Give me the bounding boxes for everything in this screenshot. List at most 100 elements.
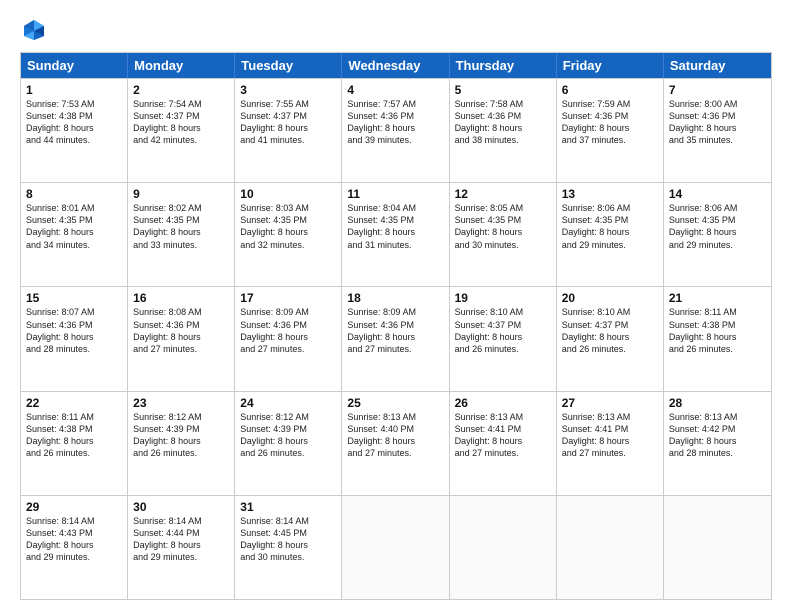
day-cell-25: 25Sunrise: 8:13 AMSunset: 4:40 PMDayligh… xyxy=(342,392,449,495)
day-cell-24: 24Sunrise: 8:12 AMSunset: 4:39 PMDayligh… xyxy=(235,392,342,495)
day-number: 3 xyxy=(240,83,336,97)
empty-cell xyxy=(450,496,557,599)
header-day-thursday: Thursday xyxy=(450,53,557,78)
day-info: Sunrise: 7:55 AMSunset: 4:37 PMDaylight:… xyxy=(240,98,336,147)
day-info: Sunrise: 8:10 AMSunset: 4:37 PMDaylight:… xyxy=(562,306,658,355)
day-number: 26 xyxy=(455,396,551,410)
day-number: 11 xyxy=(347,187,443,201)
header-day-sunday: Sunday xyxy=(21,53,128,78)
day-cell-14: 14Sunrise: 8:06 AMSunset: 4:35 PMDayligh… xyxy=(664,183,771,286)
day-cell-3: 3Sunrise: 7:55 AMSunset: 4:37 PMDaylight… xyxy=(235,79,342,182)
day-cell-19: 19Sunrise: 8:10 AMSunset: 4:37 PMDayligh… xyxy=(450,287,557,390)
day-info: Sunrise: 8:04 AMSunset: 4:35 PMDaylight:… xyxy=(347,202,443,251)
day-cell-11: 11Sunrise: 8:04 AMSunset: 4:35 PMDayligh… xyxy=(342,183,449,286)
day-cell-26: 26Sunrise: 8:13 AMSunset: 4:41 PMDayligh… xyxy=(450,392,557,495)
day-number: 29 xyxy=(26,500,122,514)
day-number: 22 xyxy=(26,396,122,410)
day-info: Sunrise: 7:54 AMSunset: 4:37 PMDaylight:… xyxy=(133,98,229,147)
day-number: 27 xyxy=(562,396,658,410)
day-info: Sunrise: 8:06 AMSunset: 4:35 PMDaylight:… xyxy=(669,202,766,251)
day-info: Sunrise: 8:02 AMSunset: 4:35 PMDaylight:… xyxy=(133,202,229,251)
day-number: 9 xyxy=(133,187,229,201)
header-day-monday: Monday xyxy=(128,53,235,78)
day-cell-20: 20Sunrise: 8:10 AMSunset: 4:37 PMDayligh… xyxy=(557,287,664,390)
calendar-row-3: 22Sunrise: 8:11 AMSunset: 4:38 PMDayligh… xyxy=(21,391,771,495)
day-number: 25 xyxy=(347,396,443,410)
day-number: 10 xyxy=(240,187,336,201)
day-info: Sunrise: 8:05 AMSunset: 4:35 PMDaylight:… xyxy=(455,202,551,251)
day-number: 23 xyxy=(133,396,229,410)
header-day-tuesday: Tuesday xyxy=(235,53,342,78)
day-number: 5 xyxy=(455,83,551,97)
day-number: 4 xyxy=(347,83,443,97)
day-cell-23: 23Sunrise: 8:12 AMSunset: 4:39 PMDayligh… xyxy=(128,392,235,495)
day-cell-8: 8Sunrise: 8:01 AMSunset: 4:35 PMDaylight… xyxy=(21,183,128,286)
header-day-friday: Friday xyxy=(557,53,664,78)
day-cell-10: 10Sunrise: 8:03 AMSunset: 4:35 PMDayligh… xyxy=(235,183,342,286)
empty-cell xyxy=(664,496,771,599)
header-day-wednesday: Wednesday xyxy=(342,53,449,78)
day-info: Sunrise: 8:03 AMSunset: 4:35 PMDaylight:… xyxy=(240,202,336,251)
day-cell-31: 31Sunrise: 8:14 AMSunset: 4:45 PMDayligh… xyxy=(235,496,342,599)
day-number: 21 xyxy=(669,291,766,305)
day-number: 17 xyxy=(240,291,336,305)
calendar-row-4: 29Sunrise: 8:14 AMSunset: 4:43 PMDayligh… xyxy=(21,495,771,599)
day-info: Sunrise: 8:11 AMSunset: 4:38 PMDaylight:… xyxy=(669,306,766,355)
day-cell-18: 18Sunrise: 8:09 AMSunset: 4:36 PMDayligh… xyxy=(342,287,449,390)
day-number: 6 xyxy=(562,83,658,97)
day-info: Sunrise: 7:53 AMSunset: 4:38 PMDaylight:… xyxy=(26,98,122,147)
day-number: 7 xyxy=(669,83,766,97)
day-info: Sunrise: 8:07 AMSunset: 4:36 PMDaylight:… xyxy=(26,306,122,355)
day-number: 24 xyxy=(240,396,336,410)
day-cell-16: 16Sunrise: 8:08 AMSunset: 4:36 PMDayligh… xyxy=(128,287,235,390)
day-info: Sunrise: 8:11 AMSunset: 4:38 PMDaylight:… xyxy=(26,411,122,460)
day-number: 8 xyxy=(26,187,122,201)
calendar-header: SundayMondayTuesdayWednesdayThursdayFrid… xyxy=(21,53,771,78)
day-info: Sunrise: 8:14 AMSunset: 4:43 PMDaylight:… xyxy=(26,515,122,564)
day-number: 20 xyxy=(562,291,658,305)
day-cell-22: 22Sunrise: 8:11 AMSunset: 4:38 PMDayligh… xyxy=(21,392,128,495)
day-info: Sunrise: 8:08 AMSunset: 4:36 PMDaylight:… xyxy=(133,306,229,355)
day-info: Sunrise: 8:12 AMSunset: 4:39 PMDaylight:… xyxy=(240,411,336,460)
day-cell-21: 21Sunrise: 8:11 AMSunset: 4:38 PMDayligh… xyxy=(664,287,771,390)
day-cell-2: 2Sunrise: 7:54 AMSunset: 4:37 PMDaylight… xyxy=(128,79,235,182)
day-info: Sunrise: 8:06 AMSunset: 4:35 PMDaylight:… xyxy=(562,202,658,251)
day-info: Sunrise: 8:00 AMSunset: 4:36 PMDaylight:… xyxy=(669,98,766,147)
day-cell-27: 27Sunrise: 8:13 AMSunset: 4:41 PMDayligh… xyxy=(557,392,664,495)
header-day-saturday: Saturday xyxy=(664,53,771,78)
day-cell-30: 30Sunrise: 8:14 AMSunset: 4:44 PMDayligh… xyxy=(128,496,235,599)
day-cell-12: 12Sunrise: 8:05 AMSunset: 4:35 PMDayligh… xyxy=(450,183,557,286)
calendar-row-1: 8Sunrise: 8:01 AMSunset: 4:35 PMDaylight… xyxy=(21,182,771,286)
day-cell-15: 15Sunrise: 8:07 AMSunset: 4:36 PMDayligh… xyxy=(21,287,128,390)
day-number: 16 xyxy=(133,291,229,305)
day-number: 28 xyxy=(669,396,766,410)
day-info: Sunrise: 8:13 AMSunset: 4:41 PMDaylight:… xyxy=(562,411,658,460)
calendar-body: 1Sunrise: 7:53 AMSunset: 4:38 PMDaylight… xyxy=(21,78,771,599)
day-cell-1: 1Sunrise: 7:53 AMSunset: 4:38 PMDaylight… xyxy=(21,79,128,182)
day-cell-5: 5Sunrise: 7:58 AMSunset: 4:36 PMDaylight… xyxy=(450,79,557,182)
day-cell-13: 13Sunrise: 8:06 AMSunset: 4:35 PMDayligh… xyxy=(557,183,664,286)
day-number: 19 xyxy=(455,291,551,305)
day-number: 1 xyxy=(26,83,122,97)
logo xyxy=(20,16,52,44)
day-info: Sunrise: 7:57 AMSunset: 4:36 PMDaylight:… xyxy=(347,98,443,147)
day-cell-4: 4Sunrise: 7:57 AMSunset: 4:36 PMDaylight… xyxy=(342,79,449,182)
empty-cell xyxy=(557,496,664,599)
day-cell-28: 28Sunrise: 8:13 AMSunset: 4:42 PMDayligh… xyxy=(664,392,771,495)
page: SundayMondayTuesdayWednesdayThursdayFrid… xyxy=(0,0,792,612)
day-info: Sunrise: 7:59 AMSunset: 4:36 PMDaylight:… xyxy=(562,98,658,147)
empty-cell xyxy=(342,496,449,599)
day-info: Sunrise: 8:12 AMSunset: 4:39 PMDaylight:… xyxy=(133,411,229,460)
day-number: 18 xyxy=(347,291,443,305)
day-info: Sunrise: 8:13 AMSunset: 4:40 PMDaylight:… xyxy=(347,411,443,460)
calendar-row-2: 15Sunrise: 8:07 AMSunset: 4:36 PMDayligh… xyxy=(21,286,771,390)
day-cell-6: 6Sunrise: 7:59 AMSunset: 4:36 PMDaylight… xyxy=(557,79,664,182)
day-info: Sunrise: 7:58 AMSunset: 4:36 PMDaylight:… xyxy=(455,98,551,147)
day-info: Sunrise: 8:09 AMSunset: 4:36 PMDaylight:… xyxy=(347,306,443,355)
day-cell-29: 29Sunrise: 8:14 AMSunset: 4:43 PMDayligh… xyxy=(21,496,128,599)
day-cell-7: 7Sunrise: 8:00 AMSunset: 4:36 PMDaylight… xyxy=(664,79,771,182)
calendar-row-0: 1Sunrise: 7:53 AMSunset: 4:38 PMDaylight… xyxy=(21,78,771,182)
day-info: Sunrise: 8:09 AMSunset: 4:36 PMDaylight:… xyxy=(240,306,336,355)
day-number: 2 xyxy=(133,83,229,97)
day-info: Sunrise: 8:13 AMSunset: 4:42 PMDaylight:… xyxy=(669,411,766,460)
